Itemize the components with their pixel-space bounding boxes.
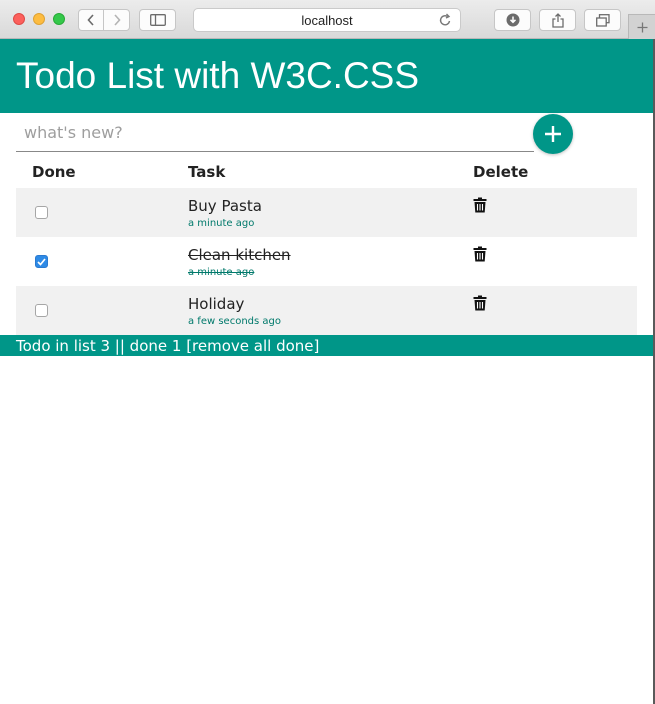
table-header: Done Task Delete [16, 155, 637, 188]
sidebar-icon [149, 14, 166, 26]
trash-icon[interactable] [473, 246, 487, 262]
footer-status[interactable]: Todo in list 3 || done 1 [remove all don… [16, 337, 319, 355]
task-timestamp: a few seconds ago [188, 316, 281, 327]
navigation-buttons [78, 9, 130, 31]
plus-icon [545, 126, 561, 142]
page-title: Todo List with W3C.CSS [16, 55, 420, 96]
task-timestamp: a minute ago [188, 218, 255, 229]
done-checkbox[interactable] [35, 206, 48, 219]
new-tab-button[interactable] [628, 14, 655, 39]
close-window-button[interactable] [13, 13, 25, 25]
task-text: Clean kitchen [188, 246, 291, 264]
todo-table: Done Task Delete Buy Pasta a minute ago … [16, 155, 637, 335]
tabs-icon [595, 13, 610, 27]
forward-button[interactable] [104, 9, 130, 31]
chevron-right-icon [113, 14, 121, 26]
app-header: Todo List with W3C.CSS [0, 39, 655, 113]
download-icon [506, 13, 519, 27]
chevron-left-icon [87, 14, 94, 26]
todo-row: Buy Pasta a minute ago [16, 188, 637, 237]
trash-icon[interactable] [473, 295, 487, 311]
plus-icon [637, 22, 647, 32]
add-todo-button[interactable] [533, 114, 573, 154]
task-timestamp: a minute ago [188, 267, 255, 278]
column-header-delete: Delete [473, 163, 529, 181]
done-checkbox[interactable] [35, 255, 48, 268]
done-checkbox[interactable] [35, 304, 48, 317]
zoom-window-button[interactable] [53, 13, 65, 25]
share-icon [551, 12, 564, 28]
back-button[interactable] [78, 9, 104, 31]
minimize-window-button[interactable] [33, 13, 45, 25]
new-todo-input[interactable] [16, 114, 534, 152]
sidebar-button[interactable] [139, 9, 176, 31]
reload-icon[interactable] [439, 13, 452, 27]
tabs-overview-button[interactable] [584, 9, 621, 31]
browser-toolbar: localhost [0, 0, 655, 39]
todo-row: Clean kitchen a minute ago [16, 237, 637, 286]
task-text: Holiday [188, 295, 245, 313]
address-bar[interactable]: localhost [193, 8, 461, 32]
share-button[interactable] [539, 9, 576, 31]
downloads-button[interactable] [494, 9, 531, 31]
todo-row: Holiday a few seconds ago [16, 286, 637, 335]
checkmark-icon [37, 257, 46, 266]
column-header-done: Done [32, 163, 76, 181]
url-text: localhost [301, 13, 353, 28]
trash-icon[interactable] [473, 197, 487, 213]
footer-bar: Todo in list 3 || done 1 [remove all don… [0, 335, 653, 356]
column-header-task: Task [188, 163, 226, 181]
task-text: Buy Pasta [188, 197, 262, 215]
